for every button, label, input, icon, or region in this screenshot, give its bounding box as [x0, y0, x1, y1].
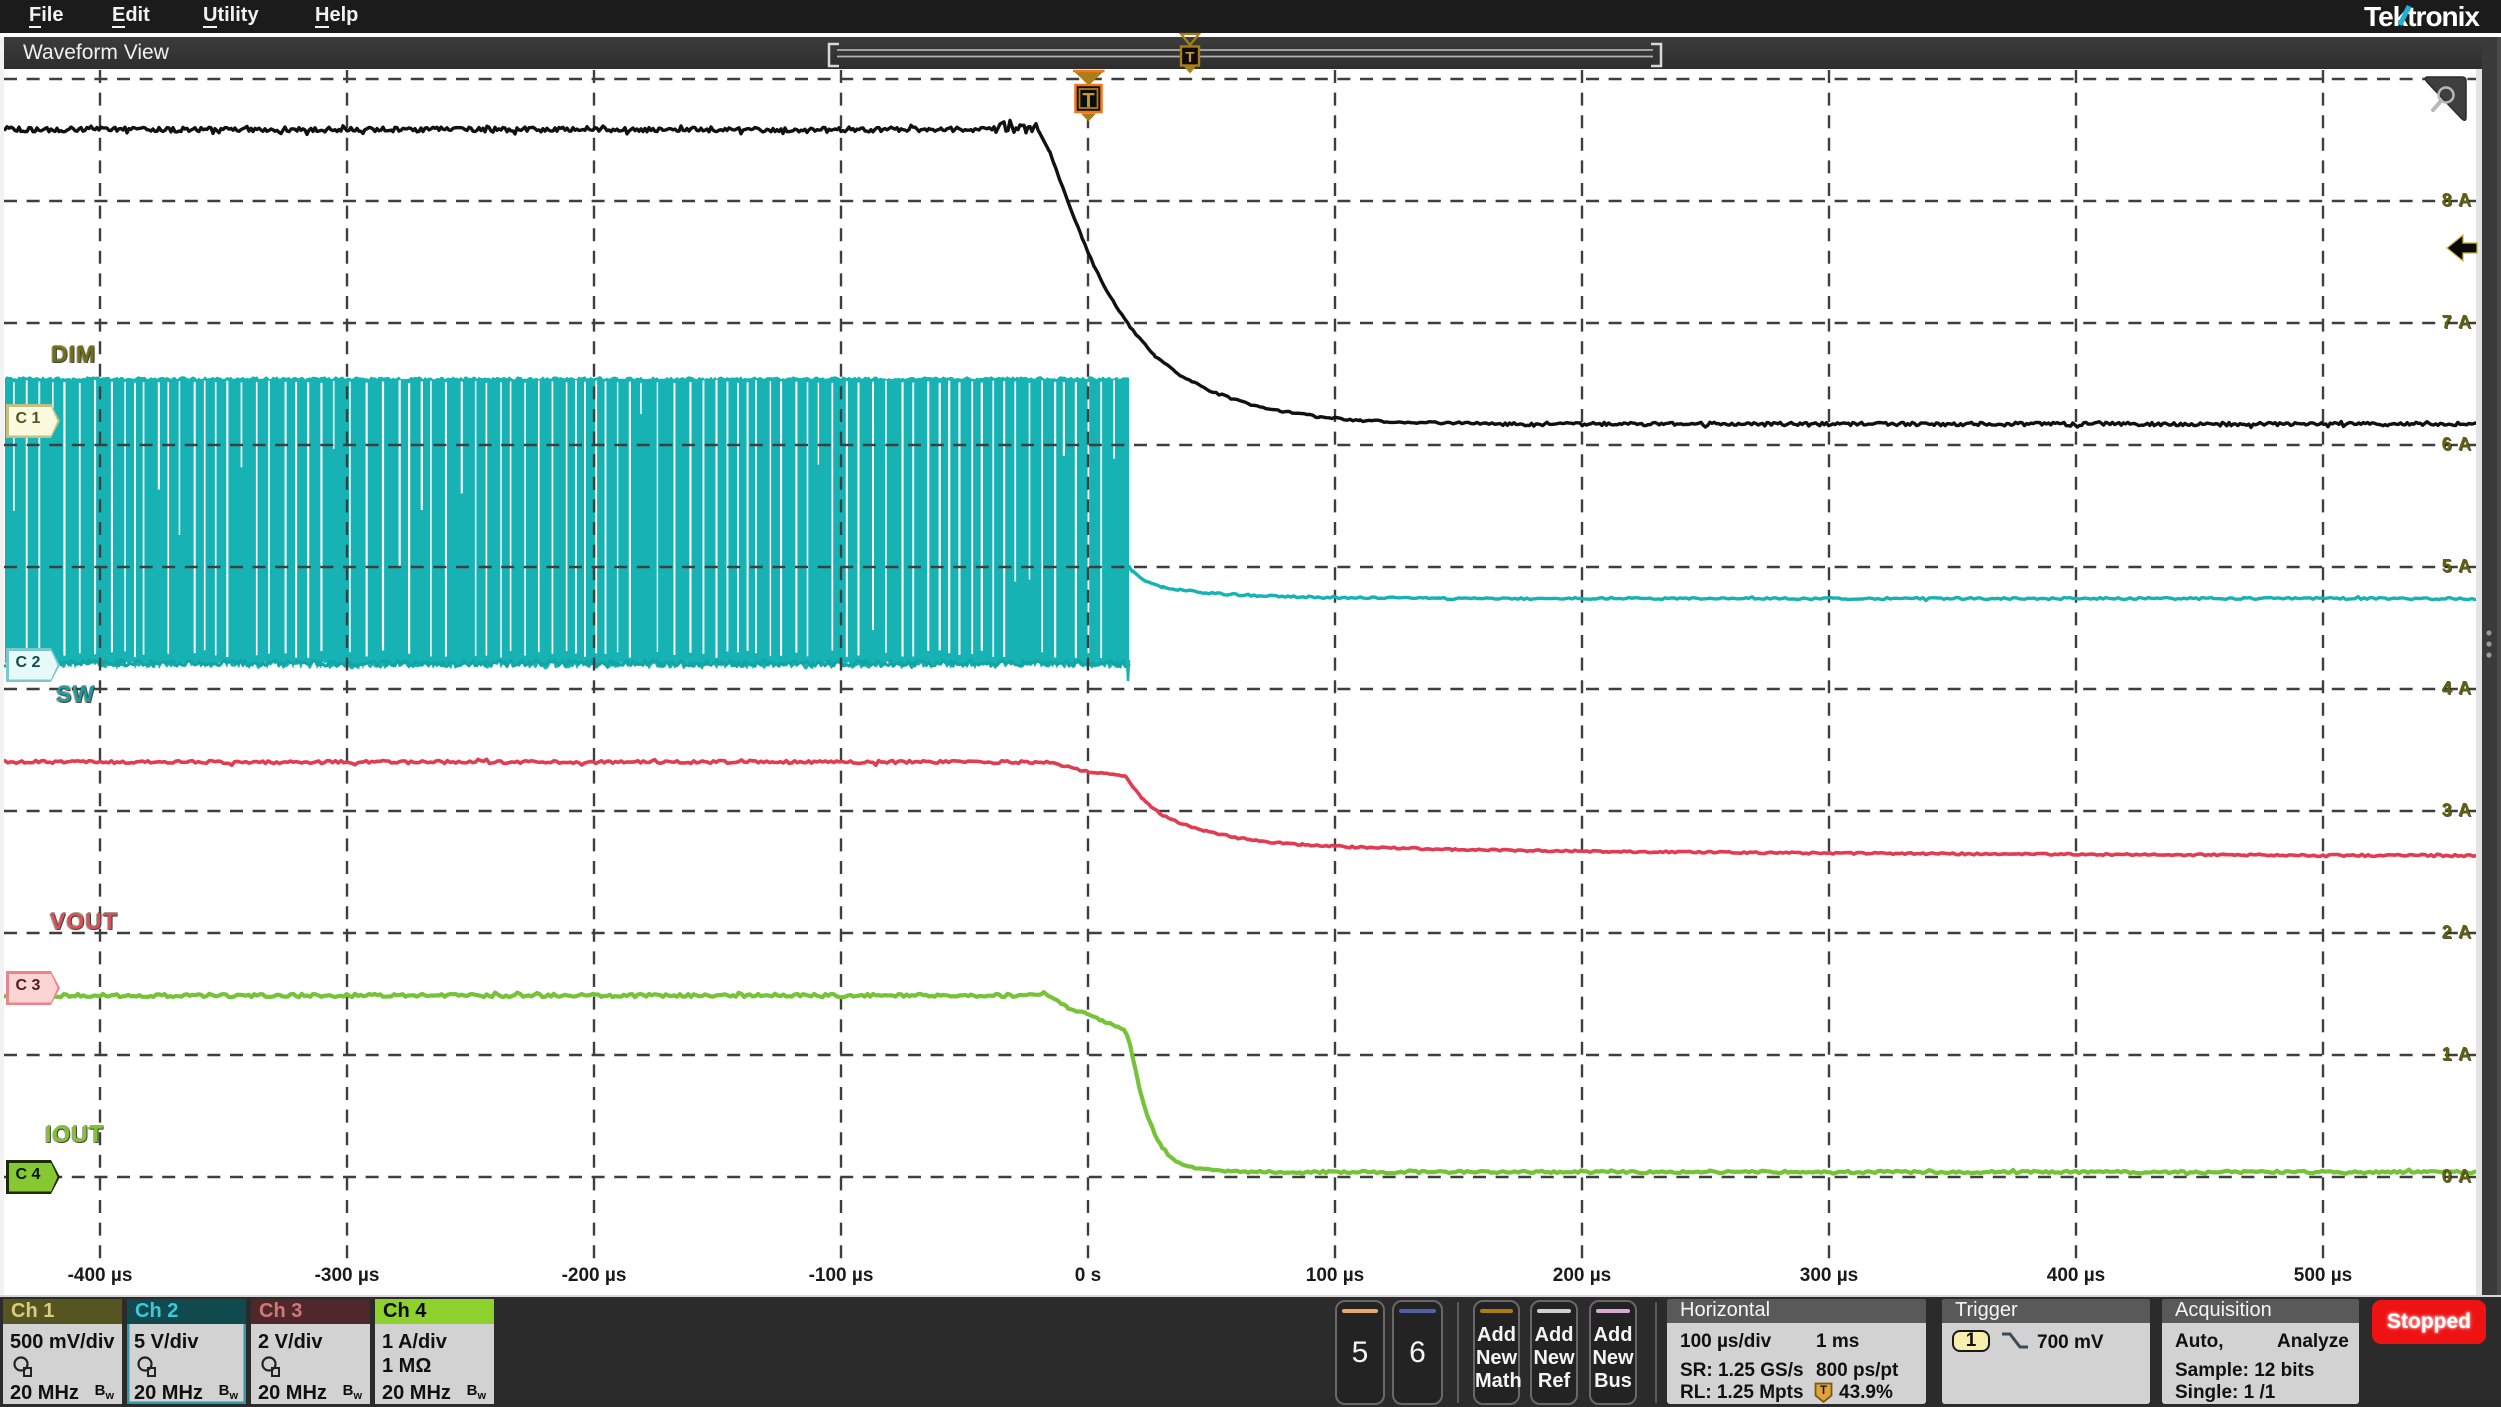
- svg-text:T: T: [1820, 1385, 1827, 1397]
- svg-text:T: T: [1082, 90, 1094, 112]
- svg-text:T: T: [1185, 49, 1194, 66]
